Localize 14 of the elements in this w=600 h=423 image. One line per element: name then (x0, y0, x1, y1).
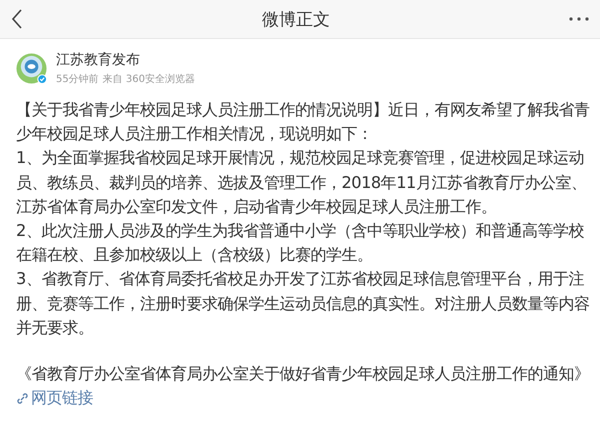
page-title: 微博正文 (262, 8, 330, 30)
link-icon (16, 392, 29, 405)
avatar-icon[interactable] (16, 52, 48, 84)
author-name[interactable]: 江苏教育发布 (56, 51, 195, 69)
post-paragraph: 【关于我省青少年校园足球人员注册工作的情况说明】近日，有网友希望了解我省青少年校园足球人员注册工作相关情况，现说明如下： (16, 99, 590, 146)
web-link[interactable]: 网页链接 (16, 386, 93, 410)
back-icon[interactable] (10, 9, 24, 29)
more-icon[interactable] (568, 16, 590, 22)
post-paragraph: 1、为全面掌握我省校园足球开展情况，规范校园足球竞赛管理，促进校园足球运动员、教练员、裁判员的培养、选拔及管理工作，2018年11月江苏省教育厅办公室、江苏省体育局办公室印发文件，启动省青少年校园足球人员注册工作。 (16, 147, 588, 218)
post-time: 55分钟前 (56, 72, 99, 86)
post-paragraph: 3、省教育厅、省体育局委托省校足办开发了江苏省校园足球信息管理平台，用于注册、竞赛等工作，注册时要求确保学生运动员信息的真实性。对注册人员数量等内容并无要求。 (16, 268, 590, 339)
notice-paragraph: 《省教育厅办公室省体育局办公室关于做好省青少年校园足球人员注册工作的通知》 网页链接 (16, 362, 594, 412)
post-source: 来自 360安全浏览器 (102, 72, 195, 86)
post-paragraph: 2、此次注册人员涉及的学生为我省普通中小学（含中等职业学校）和普通高等学校在籍在校、且参加校级以上（含校级）比赛的学生。 (16, 220, 585, 266)
